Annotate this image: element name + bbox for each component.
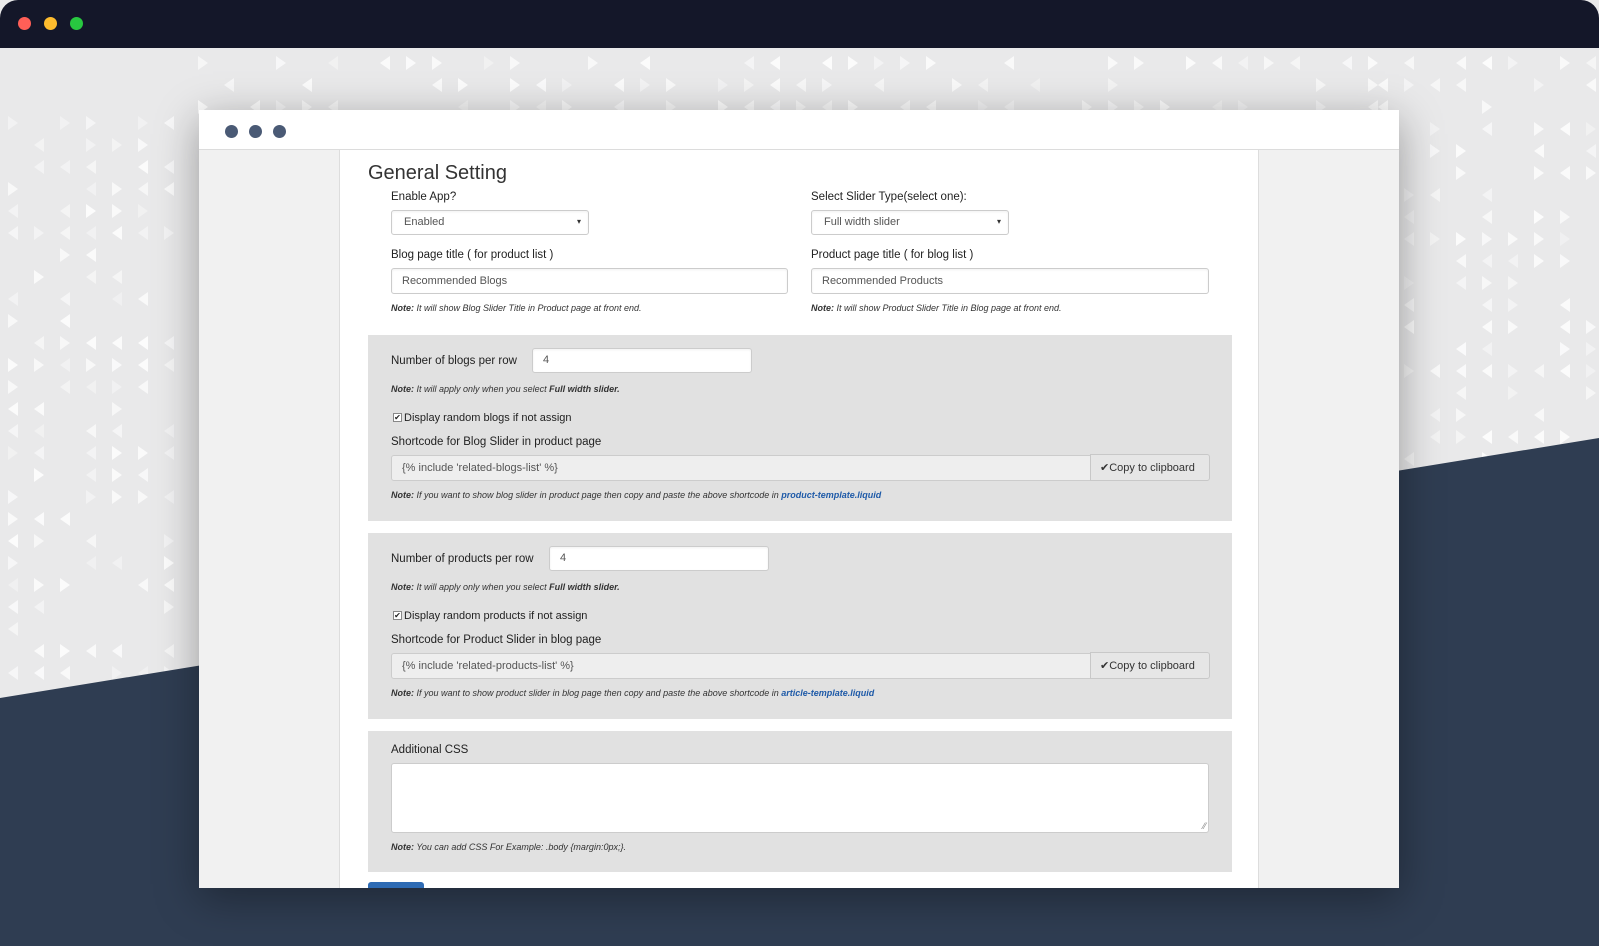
chevron-down-icon: ▾	[996, 217, 1001, 226]
close-window-dot[interactable]	[18, 17, 31, 30]
products-per-row-label: Number of products per row	[391, 553, 534, 565]
product-shortcode-note: Note: If you want to show product slider…	[391, 688, 875, 698]
slider-type-label: Select Slider Type(select one):	[811, 191, 967, 203]
copy-button-label: Copy to clipboard	[1109, 660, 1195, 672]
copy-button-label: Copy to clipboard	[1109, 462, 1195, 474]
window-dot-3	[273, 125, 286, 138]
blogs-per-row-input[interactable]: 4	[532, 348, 752, 373]
additional-css-label: Additional CSS	[391, 744, 469, 756]
window-dot-1	[225, 125, 238, 138]
products-per-row-note: Note: It will apply only when you select…	[391, 582, 620, 592]
blogs-per-row-label: Number of blogs per row	[391, 355, 517, 367]
slider-type-value: Full width slider	[824, 216, 900, 228]
enable-app-label: Enable App?	[391, 191, 457, 203]
blogs-section: Number of blogs per row 4 Note: It will …	[368, 335, 1232, 521]
random-blogs-label: Display random blogs if not assign	[404, 412, 572, 424]
product-shortcode-input[interactable]: {% include 'related-products-list' %}	[391, 653, 1091, 679]
product-title-input[interactable]: Recommended Products	[811, 268, 1209, 294]
blog-shortcode-note: Note: If you want to show blog slider in…	[391, 490, 882, 500]
slider-type-select[interactable]: Full width slider ▾	[811, 210, 1009, 235]
blogs-per-row-note: Note: It will apply only when you select…	[391, 384, 620, 394]
settings-panel: General Setting Enable App? Enabled ▾ Se…	[339, 150, 1259, 888]
check-icon: ✔	[1100, 462, 1110, 474]
additional-css-section: Additional CSS ⁄⁄ Note: You can add CSS …	[368, 731, 1232, 872]
blog-title-input[interactable]: Recommended Blogs	[391, 268, 788, 294]
resize-handle-icon[interactable]: ⁄⁄	[1203, 821, 1206, 831]
blog-shortcode-input[interactable]: {% include 'related-blogs-list' %}	[391, 455, 1091, 481]
blog-shortcode-label: Shortcode for Blog Slider in product pag…	[391, 436, 602, 448]
article-template-link[interactable]: article-template.liquid	[781, 688, 874, 698]
additional-css-note: Note: You can add CSS For Example: .body…	[391, 842, 626, 852]
minimize-window-dot[interactable]	[44, 17, 57, 30]
product-template-link[interactable]: product-template.liquid	[781, 490, 881, 500]
blog-title-note: Note: It will show Blog Slider Title in …	[391, 303, 642, 313]
blog-title-label: Blog page title ( for product list )	[391, 249, 554, 261]
inner-browser-window: General Setting Enable App? Enabled ▾ Se…	[199, 110, 1399, 888]
chevron-down-icon: ▾	[576, 217, 581, 226]
products-per-row-input[interactable]: 4	[549, 546, 769, 571]
products-section: Number of products per row 4 Note: It wi…	[368, 533, 1232, 719]
product-title-note: Note: It will show Product Slider Title …	[811, 303, 1062, 313]
enable-app-value: Enabled	[404, 216, 445, 228]
copy-product-shortcode-button[interactable]: ✔Copy to clipboard	[1090, 652, 1210, 679]
outer-window-titlebar	[0, 0, 1599, 48]
check-icon: ✔	[1100, 660, 1110, 672]
page-title: General Setting	[368, 162, 507, 184]
random-products-label: Display random products if not assign	[404, 610, 588, 622]
submit-button[interactable]	[368, 882, 424, 888]
random-products-checkbox[interactable]: ✔	[393, 611, 402, 620]
enable-app-select[interactable]: Enabled ▾	[391, 210, 589, 235]
window-dot-2	[249, 125, 262, 138]
product-shortcode-label: Shortcode for Product Slider in blog pag…	[391, 634, 602, 646]
additional-css-textarea[interactable]: ⁄⁄	[391, 763, 1209, 833]
maximize-window-dot[interactable]	[70, 17, 83, 30]
random-blogs-checkbox[interactable]: ✔	[393, 413, 402, 422]
product-title-label: Product page title ( for blog list )	[811, 249, 974, 261]
copy-blog-shortcode-button[interactable]: ✔Copy to clipboard	[1090, 454, 1210, 481]
inner-titlebar	[199, 110, 1399, 150]
